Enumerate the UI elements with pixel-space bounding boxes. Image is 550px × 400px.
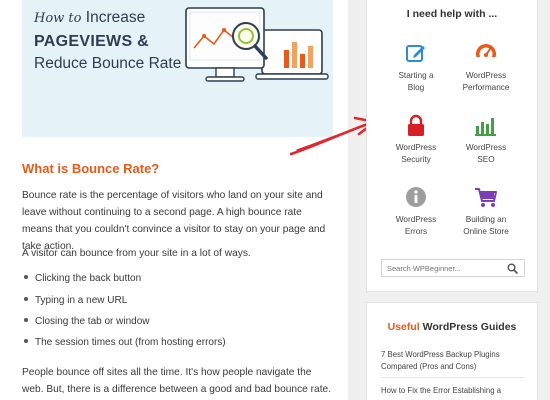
tile-label-line2: SEO bbox=[477, 155, 495, 164]
help-widget: I need help with ... Starting a Blog Wor… bbox=[366, 0, 538, 292]
tile-label-line2: Errors bbox=[404, 227, 428, 236]
tile-building-an-online-store[interactable]: Building an Online Store bbox=[451, 186, 521, 238]
guides-title-text: WordPress Guides bbox=[422, 321, 517, 333]
paragraph-ways: A visitor can bounce from your site in a… bbox=[22, 248, 251, 259]
section-heading: What is Bounce Rate? bbox=[22, 161, 160, 176]
hero-title-line3: Reduce Bounce Rate bbox=[34, 55, 182, 72]
bar-chart-icon bbox=[475, 118, 496, 136]
guide-divider bbox=[381, 377, 525, 378]
search-input[interactable] bbox=[382, 260, 502, 276]
sidebar-search bbox=[381, 259, 525, 277]
lock-icon bbox=[408, 114, 424, 136]
bullet-item: The session times out (from hosting erro… bbox=[24, 337, 226, 348]
tile-wordpress-errors[interactable]: WordPress Errors bbox=[381, 186, 451, 238]
search-icon[interactable] bbox=[507, 263, 518, 274]
hero-title-line1: How to Increase bbox=[34, 9, 145, 27]
paragraph-conclusion: People bounce off sites all the time. It… bbox=[22, 367, 332, 395]
tile-label-line1: Starting a bbox=[398, 71, 434, 80]
article-column: How to Increase PAGEVIEWS & Reduce Bounc… bbox=[0, 0, 348, 400]
tile-label-line1: Building an bbox=[465, 215, 507, 224]
guides-widget: Useful WordPress Guides 7 Best WordPress… bbox=[366, 302, 538, 400]
guides-title-highlight: Useful bbox=[387, 321, 420, 333]
tile-starting-a-blog[interactable]: Starting a Blog bbox=[381, 42, 451, 94]
speedometer-icon bbox=[475, 44, 497, 64]
guides-title: Useful WordPress Guides bbox=[367, 321, 537, 333]
bullet-item: Clicking the back button bbox=[24, 273, 141, 284]
tile-label-line1: WordPress bbox=[465, 71, 507, 80]
tile-label-line2: Online Store bbox=[463, 227, 509, 236]
tile-label-line1: WordPress bbox=[465, 143, 507, 152]
tile-wordpress-security[interactable]: WordPress Security bbox=[381, 114, 451, 166]
bullet-item: Closing the tab or window bbox=[24, 316, 150, 327]
help-widget-title: I need help with ... bbox=[406, 8, 498, 20]
monitor-analytics-illustration bbox=[185, 7, 329, 82]
tile-label-line2: Performance bbox=[462, 83, 510, 92]
info-icon bbox=[406, 187, 426, 207]
tile-label-line1: WordPress bbox=[395, 215, 437, 224]
tile-wordpress-performance[interactable]: WordPress Performance bbox=[451, 42, 521, 94]
pencil-edit-icon bbox=[406, 45, 425, 62]
tile-label-line2: Blog bbox=[407, 83, 425, 92]
tile-label-line1: WordPress bbox=[395, 143, 437, 152]
shopping-cart-icon bbox=[475, 188, 497, 207]
guide-link[interactable]: 7 Best WordPress Backup Plugins Compared… bbox=[381, 349, 531, 373]
hero-italic: How to bbox=[34, 11, 82, 26]
tile-wordpress-seo[interactable]: WordPress SEO bbox=[451, 114, 521, 166]
guide-link[interactable]: How to Fix the Error Establishing a bbox=[381, 385, 531, 397]
bullet-item: Typing in a new URL bbox=[24, 295, 127, 306]
hero-word: Increase bbox=[85, 9, 146, 26]
tile-label-line2: Security bbox=[401, 155, 431, 164]
hero-title-line2: PAGEVIEWS & bbox=[34, 33, 150, 50]
